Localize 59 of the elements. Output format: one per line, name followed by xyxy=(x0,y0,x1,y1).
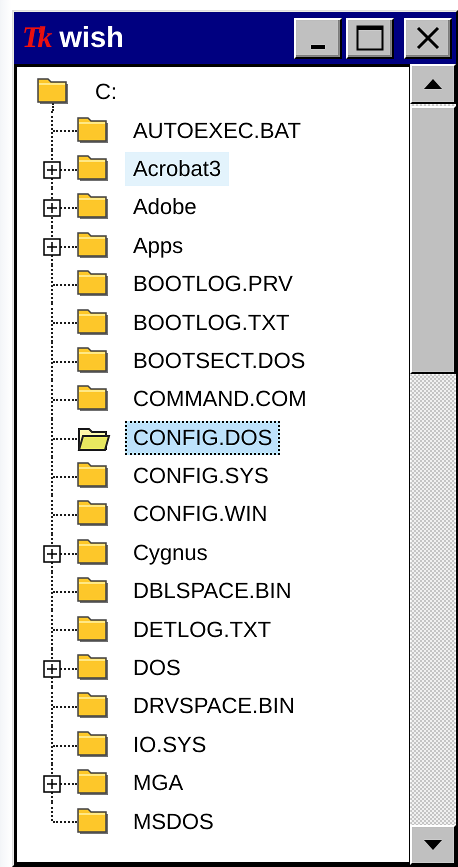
folder-icon xyxy=(77,346,111,375)
scroll-thumb[interactable] xyxy=(410,106,456,374)
folder-icon xyxy=(37,78,71,106)
expand-icon[interactable] xyxy=(43,544,61,563)
tree-item[interactable]: CONFIG.DOS xyxy=(125,420,280,455)
scrollbar[interactable] xyxy=(410,64,456,865)
folder-icon xyxy=(77,616,111,644)
tree-item[interactable]: C: xyxy=(87,75,125,110)
expand-icon[interactable] xyxy=(43,199,61,218)
up-arrow-icon xyxy=(424,79,442,89)
folder-icon xyxy=(77,154,111,183)
scroll-up-button[interactable] xyxy=(410,64,456,104)
tree-item[interactable]: DETLOG.TXT xyxy=(125,612,280,647)
folder-icon xyxy=(77,730,111,759)
folder-icon xyxy=(77,654,111,682)
down-arrow-icon xyxy=(424,840,442,850)
tree-item[interactable]: Cygnus xyxy=(125,536,216,570)
app-logo: Tk xyxy=(22,21,50,55)
tree-item[interactable]: CONFIG.SYS xyxy=(125,459,277,494)
tree-item[interactable]: COMMAND.COM xyxy=(125,382,315,416)
tree-item[interactable]: BOOTSECT.DOS xyxy=(125,344,314,378)
tree-item[interactable]: AUTOEXEC.BAT xyxy=(125,114,309,148)
maximize-icon xyxy=(356,25,384,51)
tree-item[interactable]: IO.SYS xyxy=(125,728,214,762)
tree-item[interactable]: BOOTLOG.TXT xyxy=(125,306,298,340)
tree-item[interactable]: MGA xyxy=(125,766,192,800)
tree-item[interactable]: DBLSPACE.BIN xyxy=(125,574,300,608)
close-icon xyxy=(415,25,441,51)
expand-icon[interactable] xyxy=(43,160,61,179)
folder-icon xyxy=(77,769,111,798)
tree-item[interactable]: MSDOS xyxy=(125,804,222,839)
minimize-icon xyxy=(311,45,325,49)
folder-icon xyxy=(77,462,111,490)
folder-icon xyxy=(77,385,111,414)
tree-item[interactable]: CONFIG.WIN xyxy=(125,497,276,532)
tree-item[interactable]: Apps xyxy=(125,228,192,263)
window-title: wish xyxy=(59,22,125,54)
folder-icon xyxy=(77,308,111,337)
expand-icon[interactable] xyxy=(43,775,61,794)
tree-item[interactable]: Adobe xyxy=(125,190,205,224)
folder-icon xyxy=(77,538,111,567)
expand-icon[interactable] xyxy=(43,238,61,256)
tree-item[interactable]: Acrobat3 xyxy=(125,152,230,186)
folder-icon xyxy=(77,808,111,836)
folder-icon xyxy=(77,270,111,298)
folder-icon xyxy=(77,692,111,720)
folder-icon xyxy=(77,193,111,222)
folder-icon xyxy=(77,577,111,606)
scroll-down-button[interactable] xyxy=(410,825,456,865)
folder-icon xyxy=(77,232,111,260)
expand-icon[interactable] xyxy=(43,660,61,678)
tree-item[interactable]: DOS xyxy=(125,651,189,686)
folder-icon xyxy=(77,500,111,528)
tree-item[interactable]: DRVSPACE.BIN xyxy=(125,689,303,724)
close-button[interactable] xyxy=(404,18,452,58)
folder-icon xyxy=(77,116,111,145)
maximize-button[interactable] xyxy=(346,18,394,58)
minimize-button[interactable] xyxy=(294,18,342,58)
tree-item[interactable]: BOOTLOG.PRV xyxy=(125,267,301,302)
